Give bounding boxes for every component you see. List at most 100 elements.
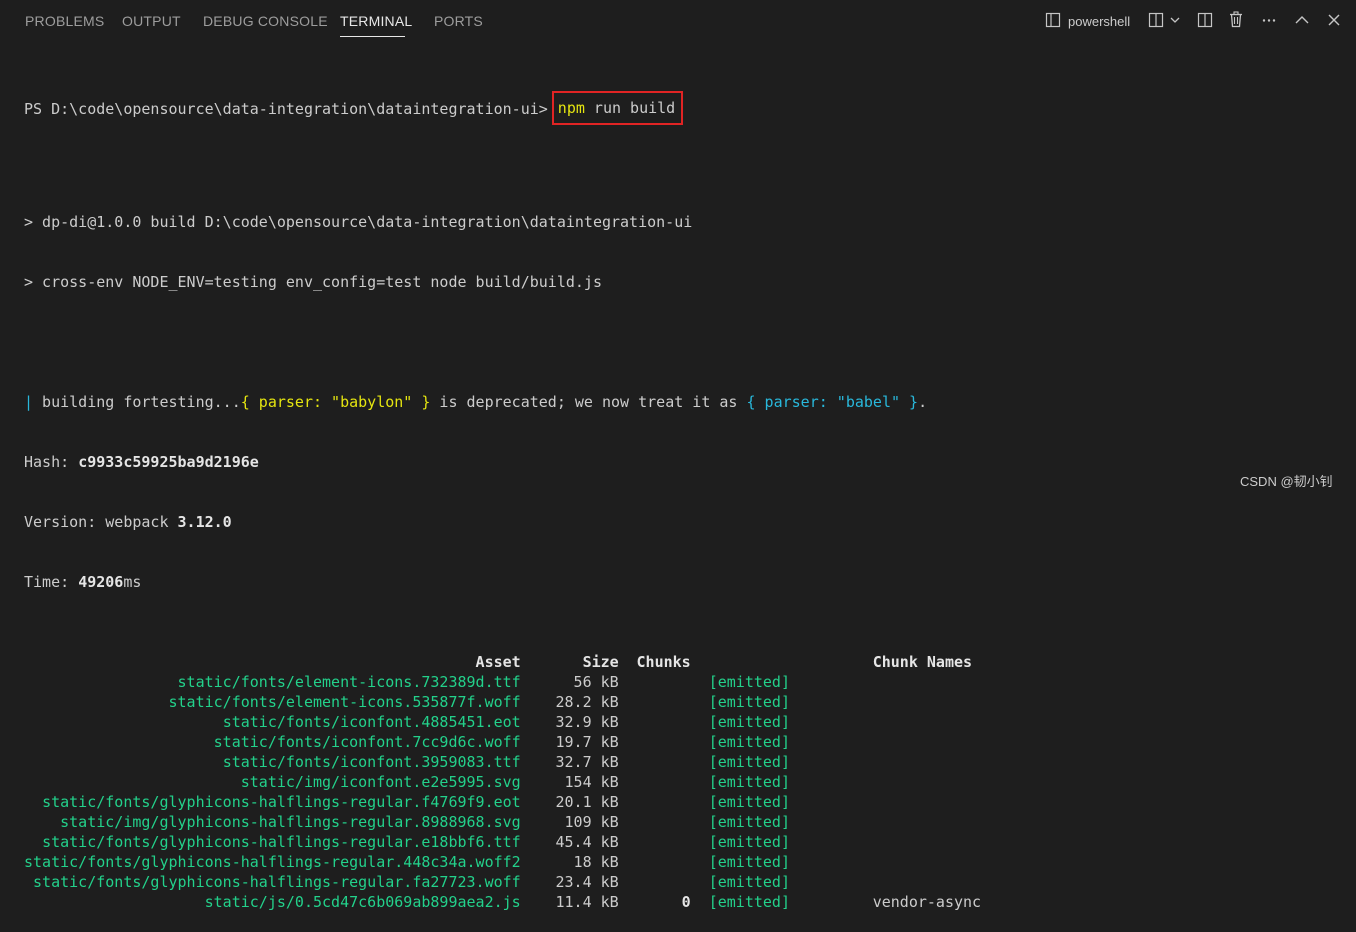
tab-terminal[interactable]: TERMINAL [340, 13, 412, 29]
tab-debug-console[interactable]: DEBUG CONSOLE [203, 13, 328, 29]
split-terminal-icon[interactable] [1148, 12, 1164, 28]
asset-status: [emitted] [708, 893, 790, 911]
table-row: static/js/0.5cd47c6b069ab899aea2.js 11.4 … [24, 892, 981, 912]
parser-babel: { parser: "babel" } [746, 393, 919, 411]
asset-chunk-name [809, 672, 981, 692]
more-icon[interactable] [1261, 12, 1277, 28]
asset-chunk-name [809, 872, 981, 892]
trash-icon[interactable] [1228, 11, 1244, 28]
asset-status: [emitted] [708, 813, 790, 831]
time-unit: ms [123, 573, 142, 591]
asset-name: static/fonts/iconfont.4885451.eot [222, 713, 521, 731]
asset-chunk-name [809, 792, 981, 812]
asset-chunks [619, 752, 691, 772]
prompt-text: PS D:\code\opensource\data-integration\d… [24, 100, 548, 118]
asset-size: 11.4 kB [555, 893, 619, 911]
asset-status: [emitted] [708, 673, 790, 691]
panel-tab-bar: PROBLEMS OUTPUT DEBUG CONSOLE TERMINAL P… [0, 0, 1356, 42]
asset-chunk-name [809, 712, 981, 732]
asset-name: static/img/iconfont.e2e5995.svg [240, 773, 521, 791]
spinner-bar: | [24, 393, 34, 411]
script-line: > cross-env NODE_ENV=testing env_config=… [24, 273, 602, 291]
active-tab-indicator [340, 36, 405, 37]
asset-chunk-name [809, 832, 981, 852]
asset-status: [emitted] [708, 693, 790, 711]
asset-status: [emitted] [708, 753, 790, 771]
table-row: static/img/iconfont.e2e5995.svg 154 kB [em… [24, 772, 981, 792]
header-size: Size [582, 653, 619, 671]
asset-chunk-name [809, 732, 981, 752]
tab-problems[interactable]: PROBLEMS [25, 13, 104, 29]
asset-name: static/fonts/glyphicons-halflings-regula… [42, 793, 521, 811]
tab-output[interactable]: OUTPUT [122, 13, 181, 29]
asset-name: static/js/0.5cd47c6b069ab899aea2.js [204, 893, 521, 911]
asset-chunk-name [809, 772, 981, 792]
asset-status: [emitted] [708, 733, 790, 751]
asset-size: 32.7 kB [555, 753, 619, 771]
header-asset: Asset [475, 653, 521, 671]
asset-chunks [619, 852, 691, 872]
asset-size: 20.1 kB [555, 793, 619, 811]
shell-name-label[interactable]: powershell [1068, 14, 1130, 29]
time-value: 49206 [78, 573, 124, 591]
building-text: building fortesting... [33, 393, 241, 411]
header-status [691, 652, 809, 672]
asset-name: static/fonts/iconfont.3959083.ttf [222, 753, 521, 771]
split-editor-icon[interactable] [1197, 12, 1213, 28]
header-chunks: Chunks [636, 653, 691, 671]
time-line: Time: 49206ms [24, 572, 1344, 592]
chevron-up-icon[interactable] [1294, 12, 1310, 28]
warning-end: . [918, 393, 928, 411]
table-row: static/img/glyphicons-halflings-regular.… [24, 812, 981, 832]
chevron-down-icon[interactable] [1169, 14, 1181, 26]
tab-ports[interactable]: PORTS [434, 13, 483, 29]
table-row: static/fonts/glyphicons-halflings-regula… [24, 872, 981, 892]
asset-name: static/fonts/glyphicons-halflings-regula… [42, 833, 521, 851]
table-row: static/fonts/iconfont.7cc9d6c.woff 19.7 k… [24, 732, 981, 752]
hash-line: Hash: c9933c59925ba9d2196e [24, 452, 1344, 472]
asset-chunks [619, 812, 691, 832]
asset-chunks [619, 872, 691, 892]
asset-name: static/fonts/element-icons.535877f.woff [168, 693, 521, 711]
asset-chunks [619, 712, 691, 732]
asset-size: 23.4 kB [555, 873, 619, 891]
prompt-line: PS D:\code\opensource\data-integration\d… [24, 91, 1344, 125]
highlighted-command: npm run build [551, 91, 684, 125]
asset-name: static/fonts/iconfont.7cc9d6c.woff [213, 733, 521, 751]
asset-table: Asset Size Chunks Chunk Names static/fon… [24, 652, 981, 912]
command-npm: npm [557, 99, 585, 117]
table-row: static/fonts/iconfont.3959083.ttf 32.7 kB… [24, 752, 981, 772]
asset-size: 28.2 kB [555, 693, 619, 711]
asset-chunk-name [809, 812, 981, 832]
asset-size: 56 kB [573, 673, 619, 691]
terminal-panel-icon[interactable] [1045, 12, 1061, 28]
table-row: static/fonts/element-icons.732389d.ttf 56… [24, 672, 981, 692]
table-row: static/fonts/glyphicons-halflings-regula… [24, 792, 981, 812]
watermark: CSDN @韧小钊 [1240, 474, 1333, 489]
asset-size: 109 kB [564, 813, 619, 831]
warning-text: is deprecated; we now treat it as [430, 393, 747, 411]
asset-chunks [619, 692, 691, 712]
asset-name: static/fonts/glyphicons-halflings-regula… [24, 853, 521, 871]
terminal-output[interactable]: PS D:\code\opensource\data-integration\d… [24, 52, 1344, 932]
hash-label: Hash: [24, 453, 79, 471]
table-row: static/fonts/iconfont.4885451.eot 32.9 kB… [24, 712, 981, 732]
asset-size: 154 kB [564, 773, 619, 791]
asset-chunk-name: vendor-async [872, 893, 982, 911]
time-label: Time: [24, 573, 79, 591]
version-line: Version: webpack 3.12.0 [24, 512, 1344, 532]
parser-babylon: { parser: "babylon" } [240, 393, 431, 411]
close-icon[interactable] [1326, 12, 1342, 28]
command-args: run build [584, 99, 676, 117]
asset-status: [emitted] [708, 773, 790, 791]
asset-size: 18 kB [573, 853, 619, 871]
table-row: static/fonts/element-icons.535877f.woff 2… [24, 692, 981, 712]
asset-size: 19.7 kB [555, 733, 619, 751]
asset-name: static/fonts/element-icons.732389d.ttf [177, 673, 521, 691]
asset-status: [emitted] [708, 713, 790, 731]
asset-chunks [619, 832, 691, 852]
warning-line: | building fortesting...{ parser: "babyl… [24, 392, 1344, 412]
asset-status: [emitted] [708, 833, 790, 851]
header-chunk-names: Chunk Names [872, 653, 973, 671]
table-row: static/fonts/glyphicons-halflings-regula… [24, 852, 981, 872]
